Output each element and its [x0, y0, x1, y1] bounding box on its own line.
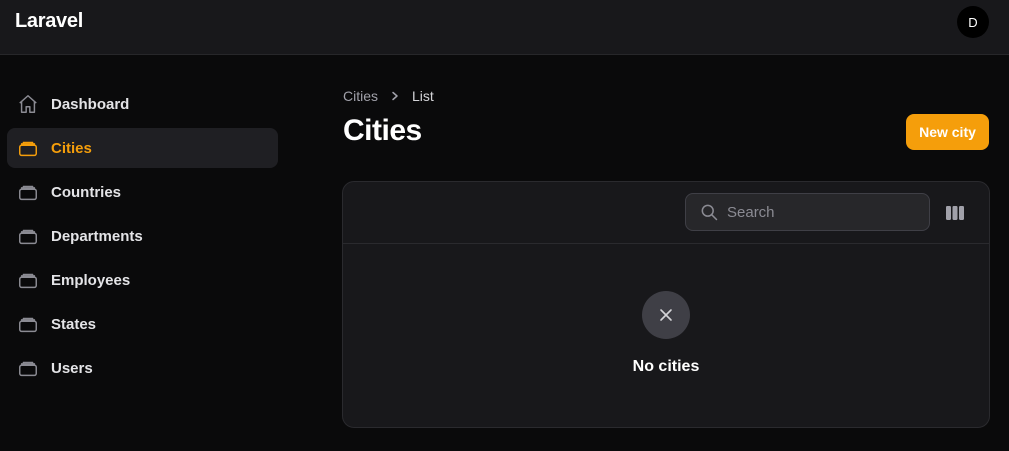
sidebar-item-states[interactable]: States	[7, 304, 278, 344]
records-table: No cities	[342, 181, 990, 428]
breadcrumb: Cities List	[343, 88, 434, 104]
sidebar-item-label: Countries	[51, 183, 122, 201]
sidebar-item-label: Employees	[51, 271, 131, 289]
sidebar-item-label: States	[51, 315, 97, 333]
sidebar-item-cities[interactable]: Cities	[7, 128, 278, 168]
sidebar-item-label: Dashboard	[51, 95, 130, 113]
page-title: Cities	[343, 114, 422, 147]
brand-logo[interactable]: Laravel	[15, 10, 83, 33]
collection-icon	[17, 269, 39, 291]
search-input[interactable]	[727, 203, 917, 221]
top-bar: Laravel D	[0, 0, 1009, 55]
user-avatar[interactable]: D	[957, 6, 989, 38]
breadcrumb-current: List	[412, 88, 434, 104]
sidebar-item-users[interactable]: Users	[7, 348, 278, 388]
empty-state-message: No cities	[632, 358, 700, 375]
chevron-right-icon	[390, 91, 400, 101]
new-city-button[interactable]: New city	[906, 114, 989, 150]
collection-icon	[17, 225, 39, 247]
sidebar: Dashboard Cities Countries Departments E…	[7, 84, 278, 392]
empty-state-icon	[642, 291, 690, 339]
search-field[interactable]	[685, 193, 930, 231]
collection-icon	[17, 313, 39, 335]
sidebar-item-countries[interactable]: Countries	[7, 172, 278, 212]
sidebar-item-departments[interactable]: Departments	[7, 216, 278, 256]
sidebar-item-label: Departments	[51, 227, 143, 245]
collection-icon	[17, 357, 39, 379]
column-toggle-icon[interactable]	[945, 204, 965, 222]
sidebar-item-employees[interactable]: Employees	[7, 260, 278, 300]
sidebar-item-label: Cities	[51, 139, 92, 157]
home-icon	[17, 93, 39, 115]
search-icon	[699, 202, 719, 222]
sidebar-item-label: Users	[51, 359, 93, 377]
collection-icon	[17, 181, 39, 203]
collection-icon	[17, 137, 39, 159]
breadcrumb-parent-link[interactable]: Cities	[343, 88, 378, 104]
sidebar-item-dashboard[interactable]: Dashboard	[7, 84, 278, 124]
table-toolbar	[343, 182, 989, 244]
